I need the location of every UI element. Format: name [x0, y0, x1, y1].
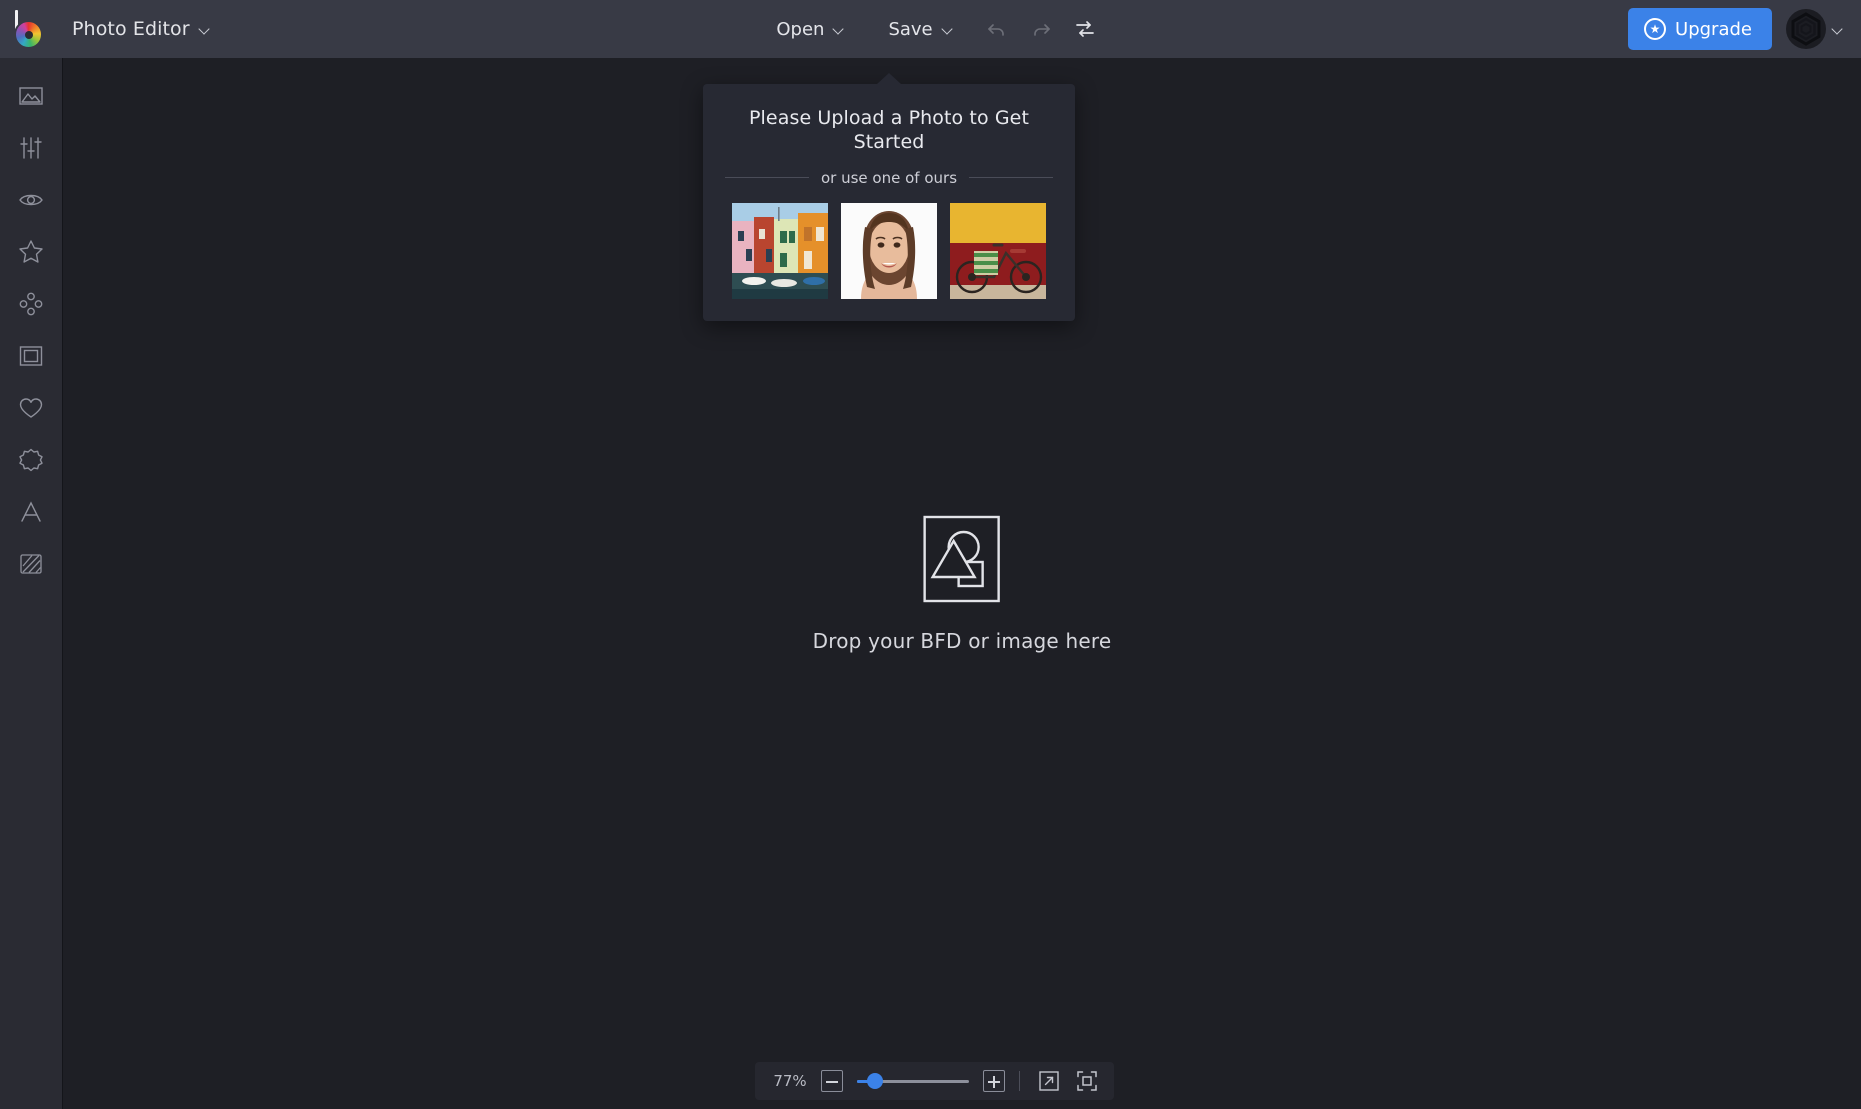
upload-prompt-popup: Please Upload a Photo to Get Started or …: [703, 73, 1075, 321]
expand-view-button[interactable]: [1036, 1068, 1062, 1094]
sidebar-item-frames[interactable]: [0, 330, 63, 382]
four-dots-icon: [19, 292, 43, 316]
compare-swap-icon: [1075, 21, 1094, 37]
zoom-in-button[interactable]: [983, 1070, 1005, 1092]
image-mountain-icon: [19, 87, 43, 105]
badge-starburst-icon: [19, 448, 43, 472]
upload-prompt-title: Please Upload a Photo to Get Started: [748, 107, 1029, 154]
sample-portrait-image: [841, 202, 937, 299]
slider-knob[interactable]: [867, 1073, 883, 1089]
plus-icon-v: [993, 1076, 995, 1088]
sample-bicycle-image: [950, 202, 1046, 299]
sidebar-item-graphics[interactable]: [0, 434, 63, 486]
letter-a-icon: [21, 501, 41, 522]
dropzone-label: Drop your BFD or image here: [812, 628, 1112, 653]
fit-to-screen-icon: [1077, 1071, 1097, 1091]
heart-icon: [19, 398, 43, 418]
zoom-toolbar: 77%: [755, 1062, 1114, 1100]
zoom-level-label: 77%: [773, 1072, 807, 1090]
fit-to-screen-button[interactable]: [1074, 1068, 1100, 1094]
sidebar-item-artsy[interactable]: [0, 278, 63, 330]
zoom-out-button[interactable]: [821, 1070, 843, 1092]
sidebar-item-edit[interactable]: [0, 122, 63, 174]
open-menu-button[interactable]: Open: [754, 12, 866, 47]
header-center-tools: Open Save: [0, 0, 1861, 58]
chevron-down-icon: [1832, 24, 1843, 35]
sidebar-item-text[interactable]: [0, 486, 63, 538]
expand-view-icon: [1039, 1071, 1059, 1091]
chevron-down-icon: [833, 24, 844, 35]
chevron-down-icon: [942, 24, 953, 35]
save-label: Save: [888, 18, 933, 40]
sliders-icon: [20, 137, 42, 159]
redo-icon: [1033, 24, 1050, 36]
star-icon: [19, 240, 43, 263]
minus-icon: [826, 1081, 838, 1083]
upgrade-label: Upgrade: [1675, 18, 1752, 40]
redo-button[interactable]: [1019, 9, 1063, 49]
sidebar-item-effects[interactable]: [0, 226, 63, 278]
header-right-tools: ★ Upgrade: [1628, 0, 1843, 58]
upload-prompt-subtitle: or use one of ours: [821, 168, 958, 187]
account-avatar[interactable]: [1786, 9, 1843, 49]
shapes-placeholder-icon: [923, 515, 1001, 602]
compare-button[interactable]: [1063, 9, 1107, 49]
sample-thumbnails: [725, 202, 1053, 299]
app-header: Photo Editor Open Save ★ Upgrade: [0, 0, 1861, 58]
frame-icon: [19, 346, 43, 366]
upload-prompt-divider: or use one of ours: [725, 168, 1054, 187]
save-menu-button[interactable]: Save: [866, 12, 974, 47]
sidebar-item-touchup[interactable]: [0, 174, 63, 226]
divider-left: [725, 177, 809, 179]
upgrade-button[interactable]: ★ Upgrade: [1628, 8, 1772, 50]
sidebar-item-textures[interactable]: [0, 538, 63, 590]
eye-icon: [19, 194, 43, 206]
sample-burano-houses[interactable]: [732, 202, 828, 299]
sidebar-item-image[interactable]: [0, 70, 63, 122]
photo-editor-app: Photo Editor Open Save ★ Upgrade Drop yo…: [0, 0, 1861, 1109]
dropzone[interactable]: Drop your BFD or image here: [813, 515, 1112, 653]
open-label: Open: [776, 18, 825, 40]
sample-burano-houses-image: [732, 202, 828, 299]
zoom-slider[interactable]: [857, 1070, 969, 1092]
undo-icon: [987, 24, 1004, 36]
undo-button[interactable]: [975, 9, 1019, 49]
layers-hex-icon: [1791, 12, 1821, 46]
zoom-divider: [1019, 1071, 1020, 1091]
sample-portrait[interactable]: [841, 202, 937, 299]
sample-bicycle[interactable]: [950, 202, 1046, 299]
avatar-hex-logo: [1786, 9, 1826, 49]
star-icon: ★: [1644, 18, 1667, 40]
tool-sidebar: [0, 58, 63, 1109]
divider-right: [969, 177, 1054, 179]
sidebar-item-overlays[interactable]: [0, 382, 63, 434]
diagonal-stripes-icon: [20, 554, 42, 574]
